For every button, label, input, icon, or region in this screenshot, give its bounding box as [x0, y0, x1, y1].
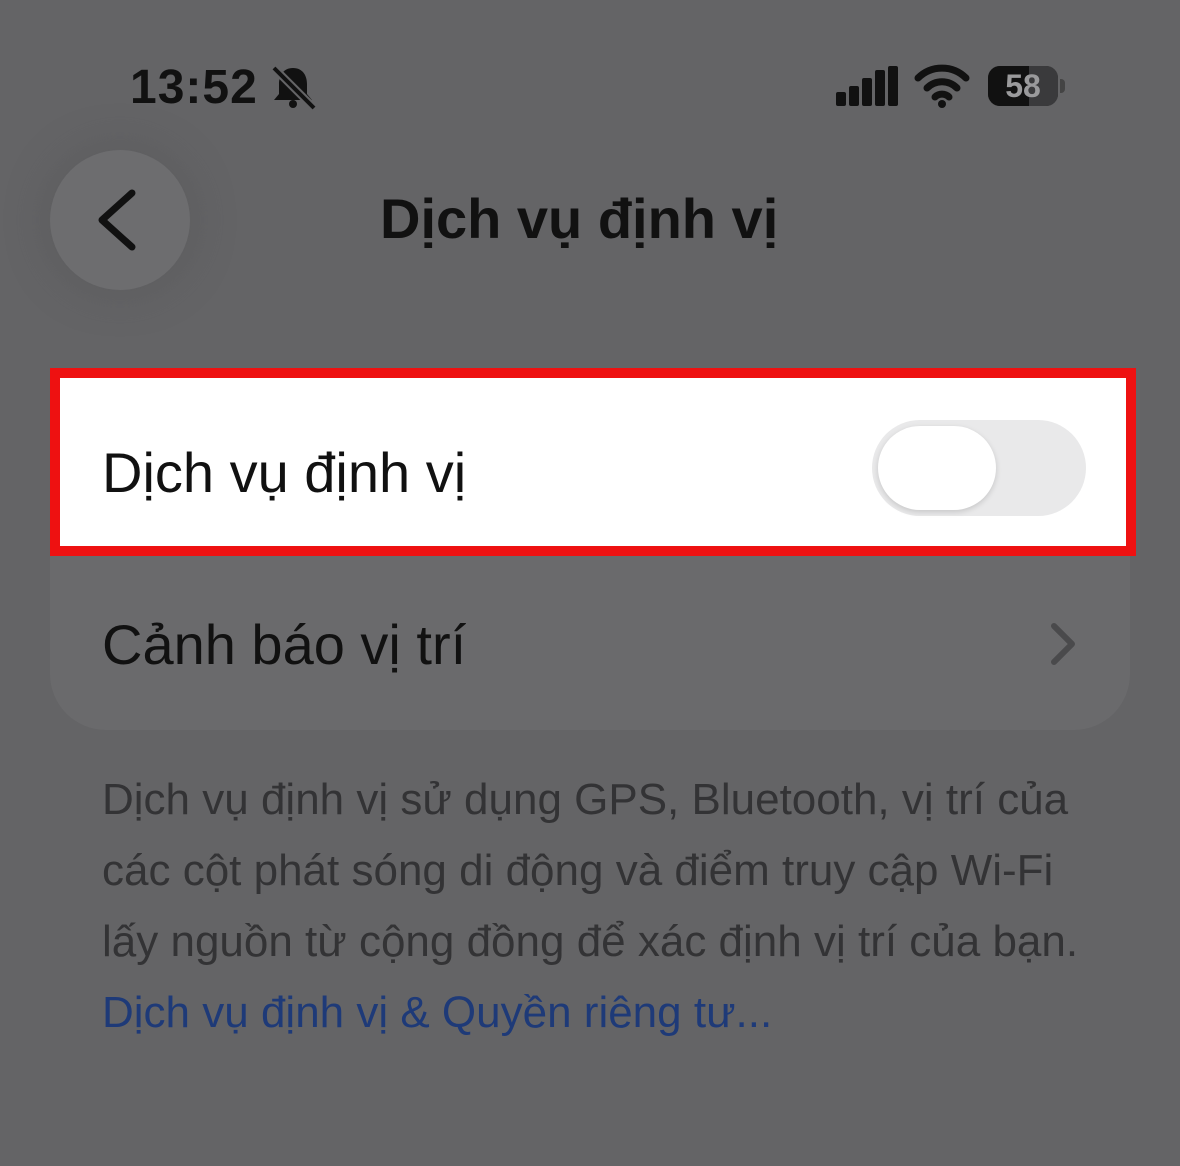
location-services-label: Dịch vụ định vị	[102, 441, 467, 504]
battery-level: 58	[1005, 68, 1041, 104]
chevron-right-icon	[1051, 623, 1075, 665]
privacy-link[interactable]: Dịch vụ định vị & Quyền riêng tư...	[102, 988, 772, 1037]
location-alerts-label: Cảnh báo vị trí	[102, 613, 467, 676]
status-time: 13:52	[130, 61, 258, 114]
navigation-bar: Dịch vụ định vị	[0, 140, 1180, 310]
footer-description: Dịch vụ định vị sử dụng GPS, Bluetooth, …	[102, 764, 1092, 1048]
page-title: Dịch vụ định vị	[380, 187, 779, 250]
chevron-left-icon	[98, 189, 136, 251]
location-services-toggle[interactable]	[872, 420, 1086, 516]
toggle-knob	[878, 426, 996, 510]
cellular-signal-icon	[836, 66, 898, 106]
battery-icon: 58	[988, 66, 1066, 106]
location-services-row: Dịch vụ định vị	[50, 368, 1136, 556]
bell-slash-icon	[271, 65, 317, 110]
wifi-icon	[914, 64, 970, 108]
location-alerts-row[interactable]: Cảnh báo vị trí	[50, 556, 1130, 730]
footer-text: Dịch vụ định vị sử dụng GPS, Bluetooth, …	[102, 775, 1079, 966]
back-button[interactable]	[50, 150, 190, 290]
status-bar: 13:52 58	[0, 0, 1180, 130]
